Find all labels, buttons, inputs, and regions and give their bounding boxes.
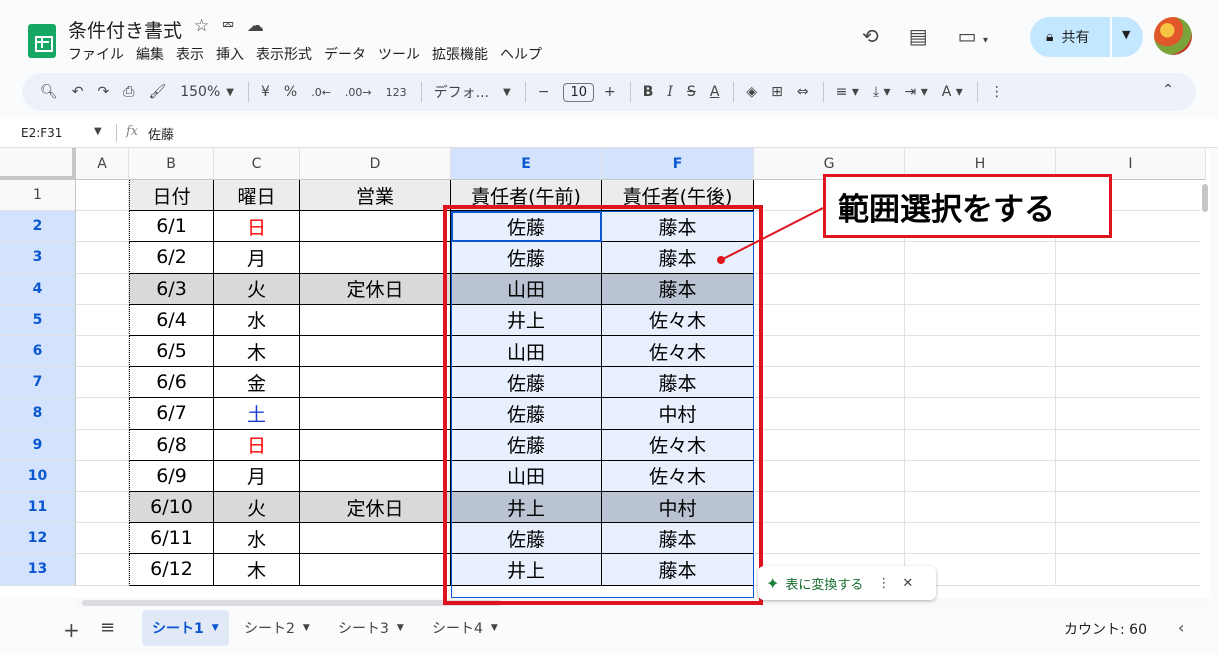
tab-label: シート2	[244, 621, 295, 637]
tab-sheet4[interactable]: シート4 ▼	[422, 610, 508, 646]
all-sheets-menu-icon[interactable]: ≡	[100, 617, 115, 638]
convert-to-table-chip[interactable]: ✦ 表に変換する ⋮ ✕	[758, 566, 936, 600]
close-icon[interactable]: ✕	[902, 576, 913, 591]
more-options-icon[interactable]: ⋮	[877, 576, 890, 591]
tab-label: シート4	[432, 621, 483, 637]
sheet-tab-bar: + ≡ シート1 ▼ シート2 ▼ シート3 ▼ シート4 ▼ カウント: 60 ‹	[0, 608, 1218, 654]
callout-box: 範囲選択をする	[823, 174, 1112, 238]
tab-sheet3[interactable]: シート3 ▼	[328, 610, 414, 646]
tab-label: シート1	[152, 621, 204, 637]
tab-sheet1[interactable]: シート1 ▼	[142, 610, 229, 646]
tab-label: シート3	[338, 621, 389, 637]
tab-sheet2[interactable]: シート2 ▼	[234, 610, 320, 646]
convert-to-table-label[interactable]: 表に変換する	[785, 574, 863, 593]
callout-leader-line	[717, 207, 824, 264]
chevron-left-icon[interactable]: ‹	[1178, 618, 1184, 637]
sparkle-icon: ✦	[766, 573, 780, 593]
selection-count[interactable]: カウント: 60	[1064, 619, 1147, 639]
add-sheet-icon[interactable]: +	[63, 618, 80, 642]
